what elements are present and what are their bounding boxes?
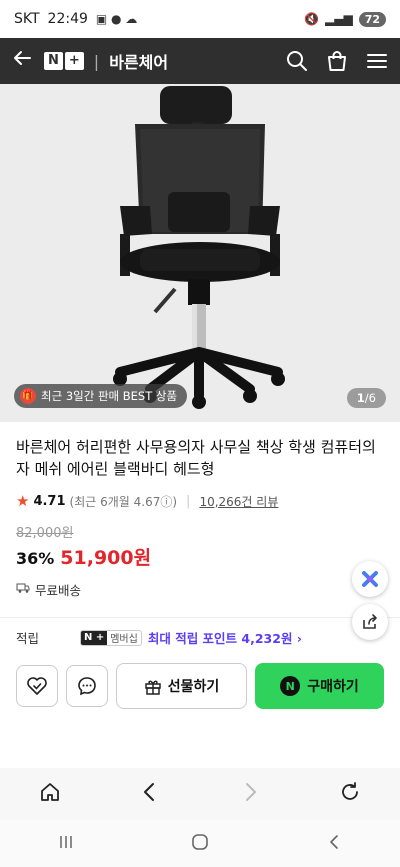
chat-button[interactable] (66, 665, 108, 707)
gift-box-icon (144, 680, 161, 695)
star-icon: ★ (16, 492, 30, 510)
recent-rating[interactable]: (최근 6개월 4.67ⓘ) (70, 493, 178, 510)
wishlist-button[interactable] (16, 665, 58, 707)
clock: 22:49 (47, 11, 88, 27)
npay-icon: N (280, 676, 301, 696)
rating-score: 4.71 (33, 493, 66, 509)
back-arrow-icon[interactable] (12, 48, 42, 74)
search-icon[interactable] (286, 50, 308, 72)
app-header: N + | 바른체어 (0, 38, 400, 84)
gift-icon: 🎁 (20, 388, 36, 404)
refresh-icon[interactable] (339, 781, 361, 807)
menu-icon[interactable] (366, 50, 388, 72)
chat-bubble-icon (78, 677, 96, 696)
system-back-icon[interactable] (326, 834, 342, 854)
logo-n: N (44, 52, 63, 70)
heart-check-icon (27, 677, 47, 695)
buy-button-label: 구매하기 (307, 679, 359, 695)
shipping-info: 무료배송 (16, 580, 384, 599)
product-info: 바른체어 허리편한 사무용의자 사무실 책상 학생 컴퓨터의자 메쉬 에어린 블… (0, 422, 400, 599)
max-points-text[interactable]: 최대 적립 포인트 4,232원 › (148, 628, 302, 647)
purchase-bar: 선물하기 N 구매하기 (0, 663, 400, 709)
browser-forward-icon[interactable] (239, 781, 261, 807)
gift-button[interactable]: 선물하기 (116, 663, 247, 709)
status-bar: SKT 22:49 ▣ ● ☁ 🔇 ▂▄▆ 72 (0, 0, 400, 38)
truck-icon (16, 582, 30, 597)
shipping-text: 무료배송 (35, 583, 82, 598)
browser-nav-bar (0, 768, 400, 820)
product-image-carousel[interactable]: 🎁 최근 3일간 판매 BEST 상품 1/6 (0, 84, 400, 422)
rating-row: ★ 4.71 (최근 6개월 4.67ⓘ) | 10,266건 리뷰 (16, 492, 384, 510)
share-button[interactable] (352, 604, 388, 640)
review-count-link[interactable]: 10,266건 리뷰 (199, 493, 278, 510)
browser-back-icon[interactable] (139, 781, 161, 807)
recent-apps-icon[interactable] (58, 834, 74, 854)
store-name: 바른체어 (109, 53, 169, 72)
system-nav-bar (0, 820, 400, 867)
original-price: 82,000원 (16, 526, 74, 541)
current-page: 1 (356, 391, 365, 405)
product-title: 바른체어 허리편한 사무용의자 사무실 책상 학생 컴퓨터의자 메쉬 에어린 블… (16, 438, 376, 478)
sparkle-icon (362, 571, 378, 587)
carousel-page-indicator: 1/6 (346, 388, 386, 408)
points-label: 적립 (16, 631, 40, 646)
points-row[interactable]: 적립 N + 멤버십 최대 적립 포인트 4,232원 › (0, 618, 400, 657)
best-seller-badge: 🎁 최근 3일간 판매 BEST 상품 (14, 384, 188, 408)
discount-rate: 36% (16, 549, 55, 568)
system-home-icon[interactable] (191, 833, 209, 855)
notification-icons: ▣ ● ☁ (95, 12, 138, 26)
carrier: SKT (14, 11, 40, 27)
signal-icon: ▂▄▆ (325, 12, 353, 26)
sale-price: 51,900원 (60, 547, 152, 569)
shopping-bag-icon[interactable] (326, 50, 348, 72)
logo-divider: | (93, 51, 100, 71)
mute-icon: 🔇 (304, 12, 319, 26)
total-pages: /6 (364, 391, 376, 405)
rating-divider: | (186, 493, 191, 509)
membership-badge: N + 멤버십 (80, 629, 142, 646)
share-icon (363, 614, 377, 629)
membership-text: 멤버십 (110, 634, 138, 645)
battery-indicator: 72 (358, 11, 386, 27)
gift-button-label: 선물하기 (167, 679, 220, 695)
logo-plus: + (64, 52, 84, 70)
naver-plus-logo[interactable]: N + | 바른체어 (44, 49, 168, 73)
office-chair-image (0, 84, 400, 422)
price-row: 36% 51,900원 (16, 543, 384, 570)
badge-text: 최근 3일간 판매 BEST 상품 (41, 389, 178, 403)
ai-assistant-button[interactable] (352, 561, 388, 597)
buy-button[interactable]: N 구매하기 (255, 663, 384, 709)
membership-n: N + (81, 630, 108, 645)
home-icon[interactable] (39, 781, 61, 807)
